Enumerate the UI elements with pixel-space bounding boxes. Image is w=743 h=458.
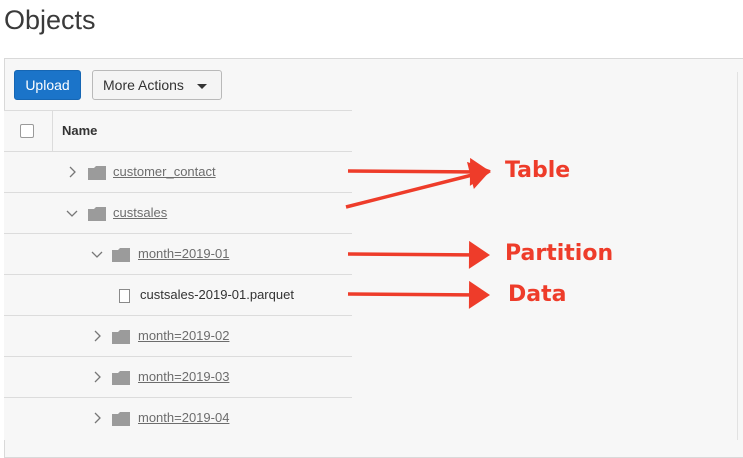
table-row: custsales-2019-01.parquet <box>4 274 352 315</box>
details-pane-edge <box>737 72 743 440</box>
table-row: customer_contact <box>4 151 352 192</box>
chevron-right-icon[interactable] <box>91 330 103 342</box>
table-row: month=2019-02 <box>4 315 352 356</box>
chevron-down-icon[interactable] <box>91 249 103 261</box>
more-actions-button[interactable]: More Actions <box>92 70 222 100</box>
page-title: Objects <box>4 5 96 35</box>
upload-button[interactable]: Upload <box>14 70 81 100</box>
file-icon <box>119 289 130 303</box>
chevron-right-icon[interactable] <box>91 371 103 383</box>
folder-icon <box>112 330 130 344</box>
table-row: month=2019-03 <box>4 356 352 397</box>
objects-table: Name customer_contact custsales month=20… <box>4 110 352 440</box>
more-actions-label: More Actions <box>103 77 184 93</box>
folder-icon <box>112 371 130 385</box>
table-row: month=2019-04 <box>4 397 352 438</box>
folder-icon <box>88 166 106 180</box>
chevron-right-icon[interactable] <box>66 166 78 178</box>
chevron-down-icon[interactable] <box>66 208 78 220</box>
table-header: Name <box>4 110 352 152</box>
column-divider <box>52 111 53 152</box>
column-header-name[interactable]: Name <box>62 123 97 138</box>
annotation-partition: Partition <box>505 241 614 266</box>
table-row: custsales <box>4 192 352 233</box>
folder-icon <box>112 248 130 262</box>
annotation-table: Table <box>505 158 571 183</box>
table-row: month=2019-01 <box>4 233 352 274</box>
select-all-checkbox[interactable] <box>20 124 34 138</box>
file-name[interactable]: custsales-2019-01.parquet <box>140 287 294 302</box>
folder-link[interactable]: month=2019-03 <box>138 369 229 384</box>
folder-link[interactable]: customer_contact <box>113 164 216 179</box>
folder-icon <box>88 207 106 221</box>
folder-link[interactable]: month=2019-02 <box>138 328 229 343</box>
folder-link[interactable]: month=2019-04 <box>138 410 229 425</box>
annotation-data: Data <box>508 282 567 307</box>
folder-icon <box>112 412 130 426</box>
chevron-right-icon[interactable] <box>91 412 103 424</box>
folder-link[interactable]: custsales <box>113 205 167 220</box>
folder-link[interactable]: month=2019-01 <box>138 246 229 261</box>
caret-down-icon <box>197 84 207 89</box>
